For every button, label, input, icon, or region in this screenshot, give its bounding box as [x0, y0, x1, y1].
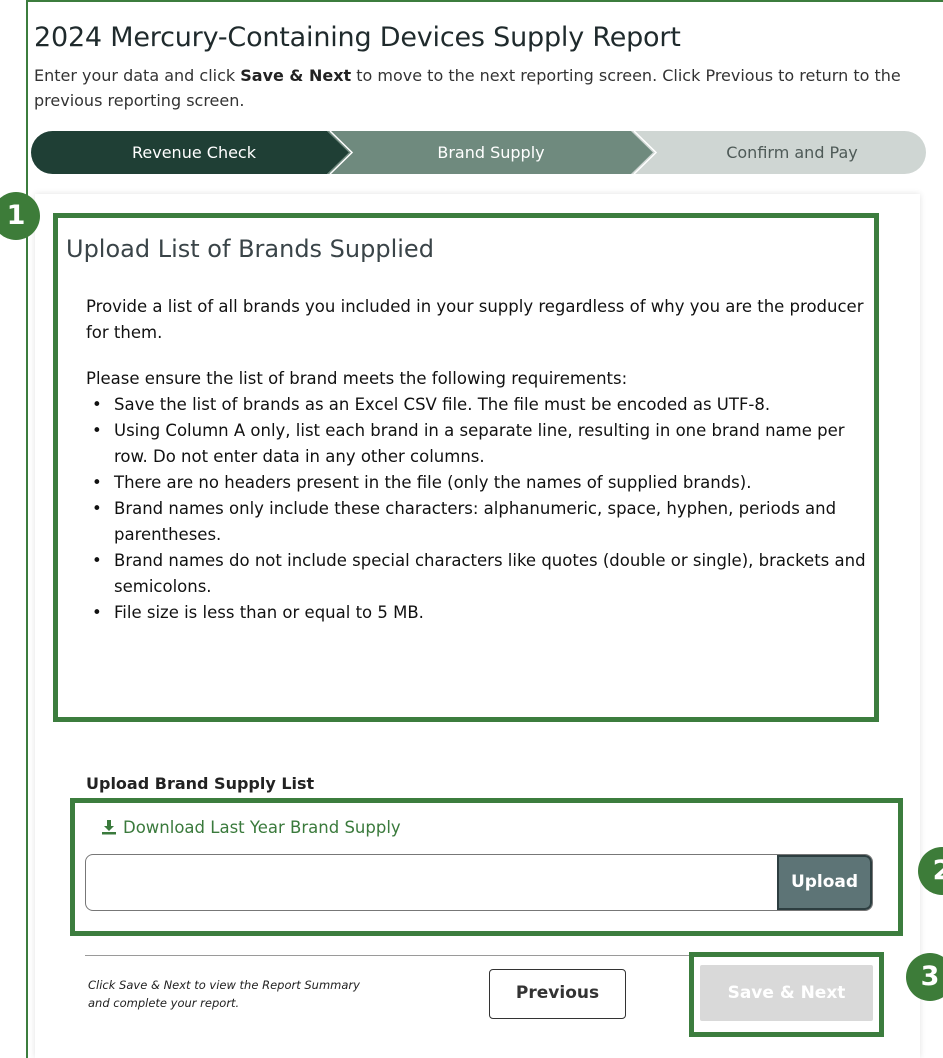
requirements-heading: Please ensure the list of brand meets th… — [86, 369, 628, 388]
page-title: 2024 Mercury-Containing Devices Supply R… — [34, 22, 681, 53]
requirement-item: Brand names do not include special chara… — [88, 548, 876, 600]
download-link-label: Download Last Year Brand Supply — [123, 818, 401, 837]
page-intro: Enter your data and click Save & Next to… — [34, 66, 901, 110]
section-title: Upload List of Brands Supplied — [66, 235, 434, 263]
requirement-item: Using Column A only, list each brand in … — [88, 418, 876, 470]
step-revenue-check[interactable]: Revenue Check — [71, 131, 317, 174]
save-next-button[interactable]: Save & Next — [700, 965, 873, 1021]
previous-button[interactable]: Previous — [489, 969, 626, 1019]
requirement-item: There are no headers present in the file… — [88, 470, 876, 496]
requirement-item: File size is less than or equal to 5 MB. — [88, 600, 876, 626]
requirement-item: Save the list of brands as an Excel CSV … — [88, 392, 876, 418]
requirement-item: Brand names only include these character… — [88, 496, 876, 548]
upload-button[interactable]: Upload — [777, 855, 872, 910]
upload-heading: Upload Brand Supply List — [86, 774, 315, 793]
step-confirm-and-pay[interactable]: Confirm and Pay — [667, 131, 917, 174]
requirements-list: Save the list of brands as an Excel CSV … — [88, 392, 876, 626]
download-icon — [102, 820, 116, 835]
step-brand-supply[interactable]: Brand Supply — [356, 131, 626, 174]
download-last-year-link[interactable]: Download Last Year Brand Supply — [101, 818, 401, 837]
instructions-intro: Provide a list of all brands you include… — [86, 297, 864, 342]
footer-note: Click Save & Next to view the Report Sum… — [88, 978, 360, 1010]
instructions: Provide a list of all brands you include… — [86, 294, 876, 626]
file-input[interactable] — [85, 854, 873, 911]
progress-stepper: Revenue Check Brand Supply Confirm and P… — [31, 131, 926, 174]
